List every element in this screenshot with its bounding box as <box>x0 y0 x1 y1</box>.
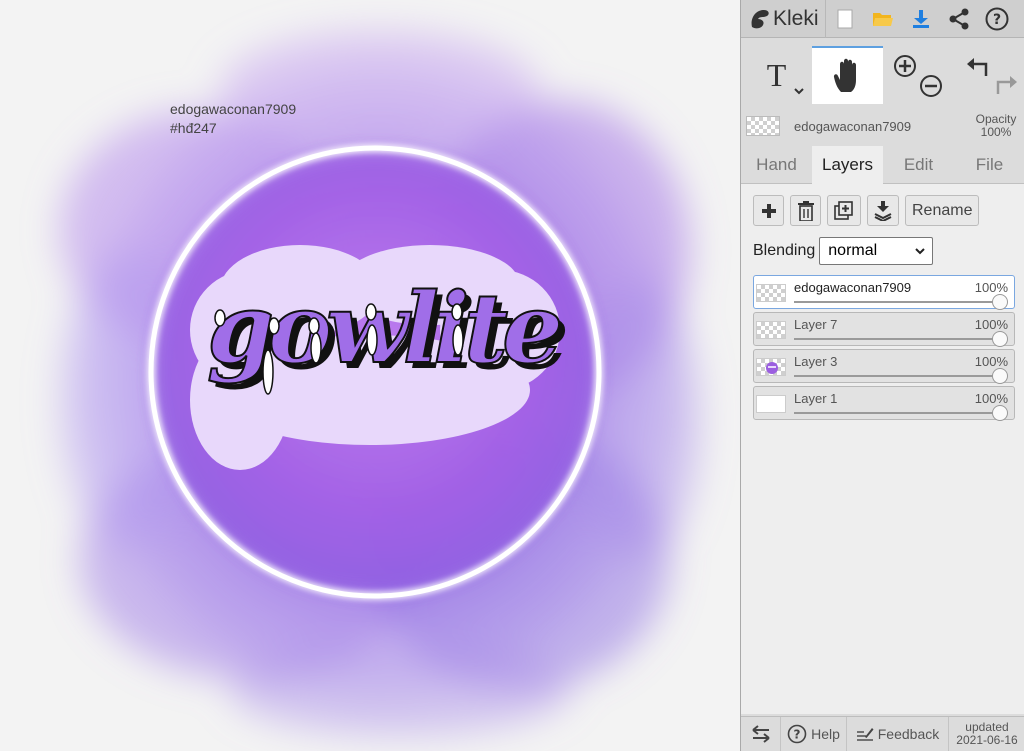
blending-select[interactable]: normal <box>819 237 934 265</box>
tab-hand[interactable]: Hand <box>741 146 812 184</box>
open-button[interactable] <box>864 0 902 38</box>
feedback-link[interactable]: Feedback <box>847 716 949 751</box>
layer-name: Layer 3 <box>794 354 838 369</box>
text-tool[interactable]: T <box>741 46 812 104</box>
opacity-slider-track[interactable] <box>794 338 1000 340</box>
text-tool-icon: T <box>766 56 787 93</box>
share-icon <box>949 8 969 29</box>
redo-icon[interactable] <box>994 74 1018 96</box>
layers-panel: Rename Blending normal edogawaconan7909 … <box>741 184 1024 714</box>
download-icon <box>912 9 929 28</box>
top-bar: Kleki ? <box>741 0 1024 38</box>
merge-down-icon <box>874 200 892 221</box>
hand-tool[interactable] <box>812 46 883 104</box>
kleki-logo[interactable]: Kleki <box>741 0 826 38</box>
opacity-slider-track[interactable] <box>794 412 1000 414</box>
changelog-link[interactable]: updated 2021-06-16 <box>949 717 1024 751</box>
swap-side-button[interactable] <box>741 716 781 751</box>
help-label: Help <box>811 726 840 742</box>
opacity-slider-handle[interactable] <box>992 368 1008 384</box>
drawing-canvas[interactable]: gowlite gowlite edogawaconan7909 #hđ247 <box>0 0 740 751</box>
tool-row: T <box>741 46 1024 106</box>
hand-icon <box>833 58 856 92</box>
add-layer-button[interactable] <box>753 195 784 226</box>
logo-text: Kleki <box>773 6 819 30</box>
trash-icon <box>797 200 814 221</box>
tab-edit[interactable]: Edit <box>883 146 954 184</box>
layer-name: Layer 1 <box>794 391 838 406</box>
svg-text:?: ? <box>992 12 1000 28</box>
opacity-readout[interactable]: Opacity 100% <box>967 113 1024 139</box>
current-layer-info: edogawaconan7909 Opacity 100% <box>741 108 1024 144</box>
bottom-bar: ? Help Feedback updated 2021-06-16 <box>741 716 1024 751</box>
share-button[interactable] <box>940 0 978 38</box>
blending-label: Blending <box>753 242 816 259</box>
layer-actions: Rename <box>753 195 980 226</box>
watermark-name: edogawaconan7909 <box>170 101 297 117</box>
undo-icon[interactable] <box>966 56 990 78</box>
opacity-slider-handle[interactable] <box>992 294 1008 310</box>
svg-text:?: ? <box>794 728 801 742</box>
help-icon: ? <box>985 7 1009 30</box>
chevron-down-icon <box>915 248 925 255</box>
layer-opacity: 100% <box>974 317 1008 332</box>
tab-file[interactable]: File <box>954 146 1024 184</box>
layer-thumbnail <box>756 358 786 376</box>
layer-opacity: 100% <box>974 391 1008 406</box>
chevron-down-icon[interactable] <box>794 87 804 98</box>
feedback-pen-icon <box>856 728 874 741</box>
layer-name: Layer 7 <box>794 317 838 332</box>
merge-layer-button[interactable] <box>867 195 899 226</box>
zoom-in-icon[interactable] <box>893 54 917 78</box>
opacity-slider-handle[interactable] <box>992 405 1008 421</box>
current-layer-thumbnail <box>746 116 780 136</box>
duplicate-icon <box>834 200 853 220</box>
layer-opacity: 100% <box>974 280 1008 295</box>
tab-layers[interactable]: Layers <box>812 146 883 184</box>
history-controls <box>954 46 1024 104</box>
opacity-slider-handle[interactable] <box>992 331 1008 347</box>
updated-date: 2021-06-16 <box>956 733 1018 747</box>
zoom-out-icon[interactable] <box>919 74 943 98</box>
layer-item-layer-7[interactable]: Layer 7 100% <box>753 312 1015 347</box>
download-button[interactable] <box>902 0 940 38</box>
current-layer-name: edogawaconan7909 <box>794 118 912 134</box>
opacity-value: 100% <box>980 125 1012 139</box>
layer-thumbnail <box>756 395 786 413</box>
layer-item-edogawaconan7909[interactable]: edogawaconan7909 100% <box>753 275 1015 310</box>
feedback-label: Feedback <box>877 726 940 742</box>
duplicate-layer-button[interactable] <box>827 195 861 226</box>
swap-arrows-icon <box>751 725 770 743</box>
new-image-button[interactable] <box>826 0 864 38</box>
opacity-slider-track[interactable] <box>794 301 1000 303</box>
delete-layer-button[interactable] <box>790 195 821 226</box>
lettering-artwork: gowlite gowlite <box>206 271 571 391</box>
help-link[interactable]: ? Help <box>781 716 847 751</box>
layer-item-layer-3[interactable]: Layer 3 100% <box>753 349 1015 384</box>
rename-layer-button[interactable]: Rename <box>905 195 980 226</box>
plus-icon <box>761 203 776 218</box>
layer-thumbnail <box>756 321 786 339</box>
zoom-controls <box>883 46 954 104</box>
panel-tabs: Hand Layers Edit File <box>741 146 1024 184</box>
new-image-icon <box>837 9 853 28</box>
layer-thumbnail <box>756 284 786 302</box>
side-panel: Kleki ? T edogawaconan7909 Opacity 100% … <box>740 0 1024 751</box>
help-button[interactable]: ? <box>978 0 1016 38</box>
blending-value: normal <box>828 242 878 259</box>
kleki-logo-icon <box>751 9 769 28</box>
opacity-slider-track[interactable] <box>794 375 1000 377</box>
svg-text:gowlite: gowlite <box>207 272 559 385</box>
open-folder-icon <box>872 12 893 26</box>
watermark-tag: #hđ247 <box>170 120 217 136</box>
layer-item-layer-1[interactable]: Layer 1 100% <box>753 386 1015 421</box>
artwork: gowlite gowlite <box>60 30 700 735</box>
layer-opacity: 100% <box>974 354 1008 369</box>
blending-row: Blending normal <box>753 237 934 265</box>
layer-name: edogawaconan7909 <box>794 280 912 295</box>
help-icon: ? <box>787 724 807 744</box>
